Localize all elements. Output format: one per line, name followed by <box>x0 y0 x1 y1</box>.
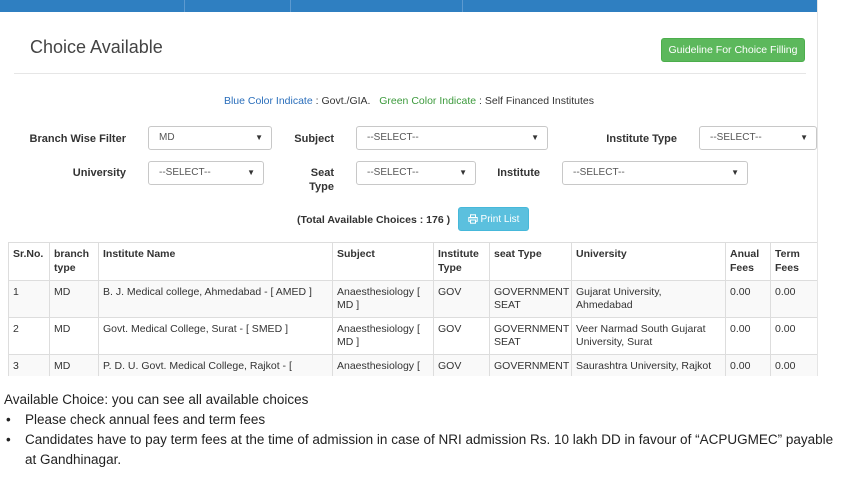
cell-seat-type: GOVERNMENT SEAT <box>489 280 572 318</box>
navbar-divider <box>184 0 185 12</box>
institute-type-filter-value: --SELECT-- <box>710 132 762 143</box>
cell-anual-fees: 0.00 <box>725 317 771 355</box>
cell-institute: Govt. Medical College, Surat - [ SMED ] <box>98 317 333 355</box>
cell-subject: Anaesthesiology [MD ] <box>332 317 434 355</box>
branch-filter-value: MD <box>159 132 175 143</box>
subject-filter-value: --SELECT-- <box>367 132 419 143</box>
col-header-institute-type: Institute Type <box>433 242 490 281</box>
self-financed-legend-label: Green Color Indicate <box>379 95 477 107</box>
caret-down-icon: ▼ <box>255 133 263 142</box>
title-divider <box>14 73 806 74</box>
seat-type-filter-value: --SELECT-- <box>367 167 419 178</box>
govt-legend-label: Blue Color Indicate <box>223 95 313 107</box>
caret-down-icon: ▼ <box>731 168 739 177</box>
col-header-srno: Sr.No. <box>8 242 50 281</box>
print-list-button[interactable]: Print List <box>458 207 529 231</box>
university-filter-value: --SELECT-- <box>159 167 211 178</box>
col-header-subject: Subject <box>332 242 434 281</box>
institute-filter-select[interactable]: --SELECT-- ▼ <box>562 161 748 185</box>
caret-down-icon: ▼ <box>459 168 467 177</box>
cell-srno: 3 <box>8 354 50 376</box>
col-header-institute-name: Institute Name <box>98 242 333 281</box>
table-row: 2 MD Govt. Medical College, Surat - [ SM… <box>8 317 817 355</box>
cell-institute: P. D. U. Govt. Medical College, Rajkot -… <box>98 354 333 376</box>
self-financed-legend-value: : Self Financed Institutes <box>476 95 595 107</box>
cell-university: Gujarat University, Ahmedabad <box>571 280 726 318</box>
col-header-branch-type: branch type <box>49 242 99 281</box>
cell-srno: 1 <box>8 280 50 318</box>
cell-branch: MD <box>49 317 99 355</box>
navbar-divider <box>462 0 463 12</box>
subject-filter-label: Subject <box>294 133 334 145</box>
choices-table: Sr.No. branch type Institute Name Subject… <box>8 242 817 376</box>
cell-subject: Anaesthesiology [ <box>332 354 434 376</box>
screenshot-panel: Choice Available Guideline For Choice Fi… <box>0 0 818 376</box>
seat-type-filter-select[interactable]: --SELECT-- ▼ <box>356 161 476 185</box>
university-filter-label: University <box>72 167 126 179</box>
cell-branch: MD <box>49 354 99 376</box>
cell-subject: Anaesthesiology [MD ] <box>332 280 434 318</box>
col-header-university: University <box>571 242 726 281</box>
navbar-divider <box>290 0 291 12</box>
table-header-row: Sr.No. branch type Institute Name Subject… <box>8 242 817 281</box>
col-header-seat-type: seat Type <box>489 242 572 281</box>
cell-institute: B. J. Medical college, Ahmedabad - [ AME… <box>98 280 333 318</box>
branch-filter-label: Branch Wise Filter <box>29 133 126 145</box>
notes-list: • Please check annual fees and term fees … <box>4 410 842 470</box>
cell-term-fees: 0.00 <box>770 280 817 318</box>
cell-seat-type: GOVERNMENT SEAT <box>489 317 572 355</box>
cell-srno: 2 <box>8 317 50 355</box>
cell-anual-fees: 0.00 <box>725 354 771 376</box>
institute-type-filter-label: Institute Type <box>606 133 677 145</box>
cell-anual-fees: 0.00 <box>725 280 771 318</box>
cell-institute-type: GOV <box>433 354 490 376</box>
cell-university: Veer Narmad South Gujarat University, Sur… <box>571 317 726 355</box>
caret-down-icon: ▼ <box>531 133 539 142</box>
total-choices-count: (Total Available Choices : 176 ) <box>297 214 451 226</box>
seat-type-label-line1: Seat <box>310 167 334 179</box>
seat-type-label-line2: Type <box>309 181 334 193</box>
branch-filter-select[interactable]: MD ▼ <box>148 126 272 150</box>
cell-branch: MD <box>49 280 99 318</box>
cell-term-fees: 0.00 <box>770 354 817 376</box>
cell-term-fees: 0.00 <box>770 317 817 355</box>
col-header-anual-fees: Anual Fees <box>725 242 771 281</box>
notes-intro: Available Choice: you can see all availa… <box>4 392 309 407</box>
caret-down-icon: ▼ <box>800 133 808 142</box>
bullet-icon: • <box>6 432 11 447</box>
caret-down-icon: ▼ <box>247 168 255 177</box>
guideline-button[interactable]: Guideline For Choice Filling <box>661 38 805 62</box>
notes-section: Available Choice: you can see all availa… <box>4 390 842 470</box>
note-item: • Please check annual fees and term fees <box>4 410 842 430</box>
subject-filter-select[interactable]: --SELECT-- ▼ <box>356 126 548 150</box>
note-item: • Candidates have to pay term fees at the… <box>6 432 834 467</box>
col-header-term-fees: Term Fees <box>770 242 817 281</box>
seat-type-filter-label: Seat Type <box>272 166 334 194</box>
cell-university: Saurashtra University, Rajkot <box>571 354 726 376</box>
cell-institute-type: GOV <box>433 280 490 318</box>
page-title: Choice Available <box>30 37 163 57</box>
bullet-icon: • <box>6 412 11 427</box>
institute-filter-label: Institute <box>497 167 540 179</box>
institute-type-filter-select[interactable]: --SELECT-- ▼ <box>699 126 817 150</box>
printer-icon <box>467 214 478 224</box>
table-row: 3 MD P. D. U. Govt. Medical College, Raj… <box>8 354 817 376</box>
university-filter-select[interactable]: --SELECT-- ▼ <box>148 161 264 185</box>
institute-filter-value: --SELECT-- <box>573 167 625 178</box>
color-legend: Blue Color Indicate : Govt./GIA. Green C… <box>0 95 817 107</box>
print-list-label: Print List <box>480 213 520 225</box>
top-navbar <box>0 0 817 12</box>
cell-institute-type: GOV <box>433 317 490 355</box>
cell-seat-type: GOVERNMENT <box>489 354 572 376</box>
govt-legend-value: : Govt./GIA. <box>312 95 371 107</box>
table-row: 1 MD B. J. Medical college, Ahmedabad - … <box>8 280 817 318</box>
